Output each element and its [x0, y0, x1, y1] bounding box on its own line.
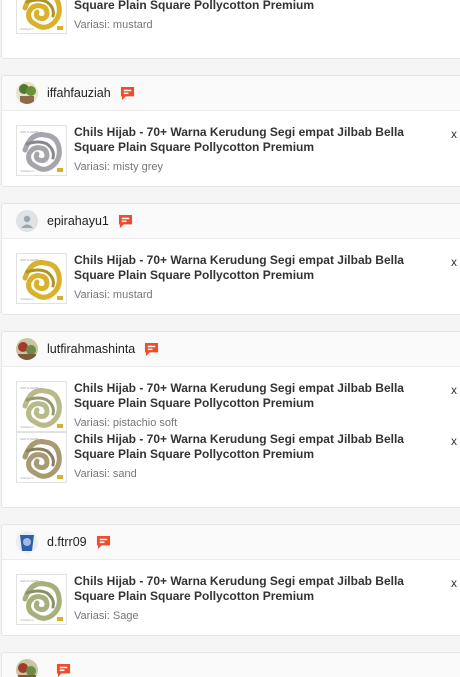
chat-icon[interactable] [56, 663, 71, 677]
item-quantity: x [451, 383, 457, 397]
order-items: CHILS HIJAB chilshijab.id Chils Hijab - … [2, 560, 460, 635]
item-quantity: x [451, 255, 457, 269]
order-card: CHILS HIJAB chilshijab.id Chils Hijab - … [1, 0, 460, 59]
order-list-viewport: CHILS HIJAB chilshijab.id Chils Hijab - … [0, 0, 460, 677]
order-card-header: d.ftrr09 [2, 525, 460, 560]
order-item[interactable]: CHILS HIJAB chilshijab.id Chils Hijab - … [2, 239, 460, 304]
product-variation: Variasi: mustard [74, 289, 153, 301]
product-thumbnail[interactable]: CHILS HIJAB chilshijab.id [16, 574, 67, 625]
order-card-header: epirahayu1 [2, 204, 460, 239]
order-items: CHILS HIJAB chilshijab.id Chils Hijab - … [2, 239, 460, 314]
buyer-username[interactable]: lutfirahmashinta [47, 342, 135, 356]
product-variation: Variasi: sand [74, 468, 137, 480]
chat-icon[interactable] [120, 86, 135, 101]
product-thumbnail[interactable]: CHILS HIJAB chilshijab.id [16, 0, 67, 34]
product-name[interactable]: Chils Hijab - 70+ Warna Kerudung Segi em… [74, 253, 446, 283]
item-quantity: x [451, 127, 457, 141]
avatar-photo-red[interactable] [16, 659, 38, 677]
product-variation: Variasi: mustard [74, 19, 153, 31]
buyer-username[interactable]: d.ftrr09 [47, 535, 87, 549]
product-thumbnail[interactable]: CHILS HIJAB chilshijab.id [16, 253, 67, 304]
buyer-username[interactable]: iffahfauziah [47, 86, 111, 100]
order-list: CHILS HIJAB chilshijab.id Chils Hijab - … [0, 0, 460, 677]
product-thumbnail[interactable]: CHILS HIJAB chilshijab.id [16, 432, 67, 483]
product-variation: Variasi: misty grey [74, 161, 164, 173]
product-name[interactable]: Chils Hijab - 70+ Warna Kerudung Segi em… [74, 125, 446, 155]
product-thumbnail[interactable]: CHILS HIJAB chilshijab.id [16, 125, 67, 176]
order-item[interactable]: CHILS HIJAB chilshijab.id Chils Hijab - … [2, 0, 460, 48]
product-thumbnail[interactable]: CHILS HIJAB chilshijab.id [16, 381, 67, 432]
product-variation: Variasi: Sage [74, 610, 139, 622]
item-quantity: x [451, 0, 460, 48]
product-variation: Variasi: pistachio soft [74, 417, 178, 429]
order-card-header [2, 653, 460, 677]
order-items: CHILS HIJAB chilshijab.id Chils Hijab - … [2, 0, 460, 58]
avatar-photo-blue[interactable] [16, 531, 38, 553]
buyer-username[interactable]: epirahayu1 [47, 214, 109, 228]
svg-text:chilshijab.id: chilshijab.id [20, 425, 34, 429]
avatar-photo-red[interactable] [16, 338, 38, 360]
chat-icon[interactable] [144, 342, 159, 357]
order-item[interactable]: CHILS HIJAB chilshijab.id Chils Hijab - … [2, 432, 460, 497]
order-card: epirahayu1 CHILS HIJAB chilshijab.id Chi… [1, 203, 460, 315]
order-item[interactable]: CHILS HIJAB chilshijab.id Chils Hijab - … [2, 560, 460, 625]
order-card: iffahfauziah CHILS HIJAB chilshijab.id C… [1, 75, 460, 187]
svg-text:chilshijab.id: chilshijab.id [20, 27, 34, 31]
svg-text:chilshijab.id: chilshijab.id [20, 297, 34, 301]
svg-text:chilshijab.id: chilshijab.id [20, 169, 34, 173]
order-card: lutfirahmashinta CHILS HIJAB chilshijab.… [1, 331, 460, 508]
order-items: CHILS HIJAB chilshijab.id Chils Hijab - … [2, 111, 460, 186]
avatar-default-person[interactable] [16, 210, 38, 232]
order-card [1, 652, 460, 677]
order-items: CHILS HIJAB chilshijab.id Chils Hijab - … [2, 367, 460, 507]
product-name[interactable]: Chils Hijab - 70+ Warna Kerudung Segi em… [74, 432, 446, 462]
order-card-header: lutfirahmashinta [2, 332, 460, 367]
product-name[interactable]: Chils Hijab - 70+ Warna Kerudung Segi em… [74, 0, 446, 13]
svg-text:chilshijab.id: chilshijab.id [20, 618, 34, 622]
order-item[interactable]: CHILS HIJAB chilshijab.id Chils Hijab - … [2, 367, 460, 432]
order-item[interactable]: CHILS HIJAB chilshijab.id Chils Hijab - … [2, 111, 460, 176]
chat-icon[interactable] [96, 535, 111, 550]
order-card: d.ftrr09 CHILS HIJAB chilshijab.id Chils… [1, 524, 460, 636]
svg-text:chilshijab.id: chilshijab.id [20, 476, 34, 480]
product-name[interactable]: Chils Hijab - 70+ Warna Kerudung Segi em… [74, 574, 446, 604]
product-name[interactable]: Chils Hijab - 70+ Warna Kerudung Segi em… [74, 381, 446, 411]
order-card-header: iffahfauziah [2, 76, 460, 111]
chat-icon[interactable] [118, 214, 133, 229]
item-quantity: x [451, 434, 457, 448]
item-quantity: x [451, 576, 457, 590]
avatar-photo-green[interactable] [16, 82, 38, 104]
